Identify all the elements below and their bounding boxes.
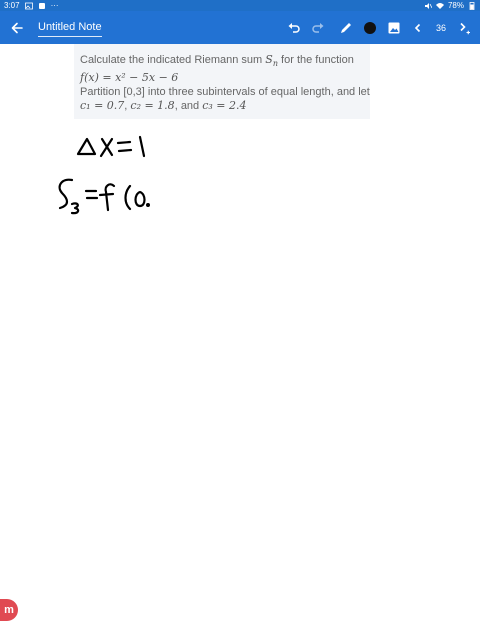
handwriting-delta-x [76, 135, 146, 158]
brand-logo-letter: m [4, 604, 14, 616]
handwriting-canvas[interactable] [0, 0, 480, 640]
handwriting-s3-expression [58, 178, 151, 215]
